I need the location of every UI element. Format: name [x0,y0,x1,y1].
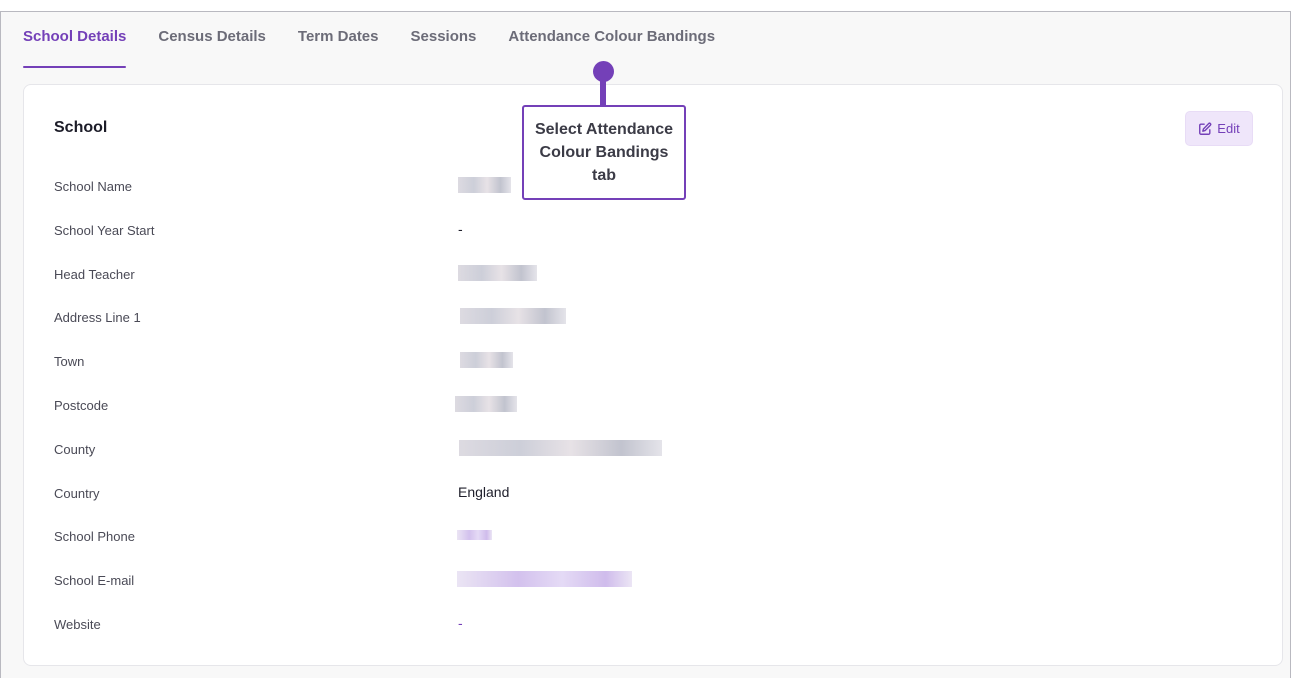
row-postcode: Postcode [54,384,1254,428]
instruction-callout: Select Attendance Colour Bandings tab [522,105,686,200]
redacted-value [457,571,632,588]
row-label: Postcode [54,397,109,413]
row-school-phone: School Phone [54,515,1254,559]
edit-button-label: Edit [1217,121,1240,136]
row-town: Town [54,340,1254,384]
redacted-value [460,352,513,369]
row-label: School Phone [54,529,135,545]
edit-square-icon [1199,122,1212,135]
detail-list: School Name School Year Start - Head Tea… [54,165,1254,647]
tab-bar: School Details Census Details Term Dates… [23,12,747,68]
edit-button[interactable]: Edit [1185,111,1253,146]
row-address-line-1: Address Line 1 [54,296,1254,340]
tab-term-dates[interactable]: Term Dates [298,12,379,68]
row-school-email: School E-mail [54,559,1254,603]
row-school-year-start: School Year Start - [54,209,1254,253]
redacted-value [459,439,662,456]
tab-school-details[interactable]: School Details [23,12,127,68]
row-label: School Name [54,179,133,194]
callout-pin-stem [600,76,606,106]
redacted-value [457,530,492,541]
row-label: School Year Start [54,222,155,238]
card-title: School [54,119,108,136]
app-frame: School Details Census Details Term Dates… [0,11,1291,678]
callout-text: Select Attendance Colour Bandings tab [534,121,674,184]
redacted-value [458,177,511,193]
row-label: Website [54,616,101,632]
row-label: County [54,441,96,457]
row-value: England [458,483,510,500]
tab-attendance-colour-bandings[interactable]: Attendance Colour Bandings [508,12,715,68]
redacted-value [458,264,537,281]
redacted-value [455,395,517,412]
tab-sessions[interactable]: Sessions [411,12,477,68]
row-label: School E-mail [54,573,135,589]
row-label: Country [54,485,100,501]
row-county: County [54,428,1254,472]
redacted-value [460,308,566,325]
row-label: Head Teacher [54,266,135,282]
row-label: Address Line 1 [54,310,141,326]
tab-census-details[interactable]: Census Details [158,12,266,68]
row-website: Website - [54,603,1254,647]
row-label: Town [54,354,85,370]
row-value: - [458,220,463,237]
row-head-teacher: Head Teacher [54,253,1254,297]
website-link[interactable]: - [458,615,463,631]
row-country: Country England [54,472,1254,516]
